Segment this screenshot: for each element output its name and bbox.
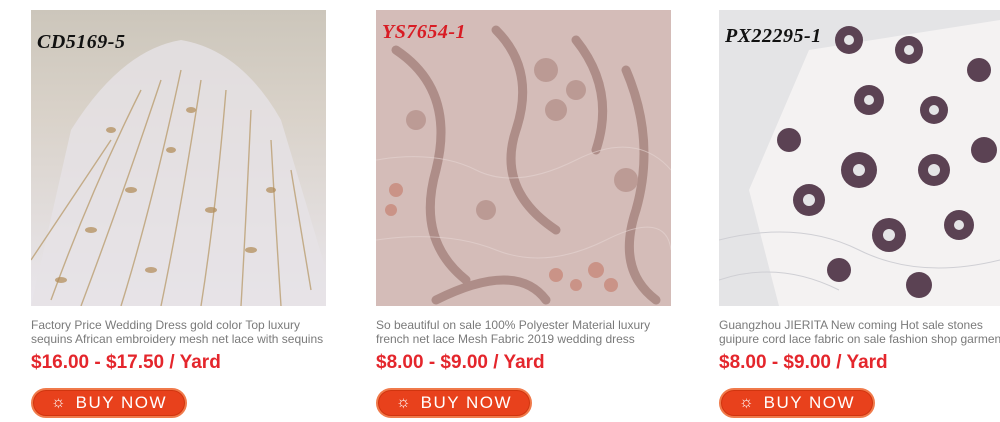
buy-now-button-3[interactable]: ☼ BUY NOW: [719, 388, 875, 418]
purple-guipure-lace-image: [719, 10, 1000, 306]
description-line[interactable]: So beautiful on sale 100% Polyester Mate…: [376, 318, 676, 332]
product-description-1[interactable]: Factory Price Wedding Dress gold color T…: [31, 318, 331, 346]
description-line[interactable]: sequins African embroidery mesh net lace…: [31, 332, 331, 346]
product-code-3: PX22295-1: [725, 25, 822, 47]
product-price-3: $8.00 - $9.00 / Yard: [719, 352, 888, 373]
buy-now-label: BUY NOW: [420, 393, 513, 412]
sun-icon: ☼: [395, 394, 411, 411]
product-price-2: $8.00 - $9.00 / Yard: [376, 352, 545, 373]
product-image-1[interactable]: CD5169-5: [31, 10, 326, 306]
sun-icon: ☼: [50, 394, 66, 411]
buy-now-button-2[interactable]: ☼ BUY NOW: [376, 388, 532, 418]
product-description-3[interactable]: Guangzhou JIERITA New coming Hot sale st…: [719, 318, 1000, 346]
product-card-3[interactable]: PX22295-1 Guangzhou JIERITA New coming H…: [719, 0, 1000, 422]
buy-now-label: BUY NOW: [75, 393, 168, 412]
description-line[interactable]: guipure cord lace fabric on sale fashion…: [719, 332, 1000, 346]
gold-lace-fabric-image: [31, 10, 326, 306]
product-image-2[interactable]: YS7654-1: [376, 10, 671, 306]
description-line[interactable]: french net lace Mesh Fabric 2019 wedding…: [376, 332, 676, 346]
product-image-3[interactable]: PX22295-1: [719, 10, 1000, 306]
product-description-2[interactable]: So beautiful on sale 100% Polyester Mate…: [376, 318, 676, 346]
product-card-1[interactable]: CD5169-5 Factory Price Wedding Dress gol…: [31, 0, 331, 422]
description-line[interactable]: Guangzhou JIERITA New coming Hot sale st…: [719, 318, 1000, 332]
product-card-2[interactable]: YS7654-1 So beautiful on sale 100% Polye…: [376, 0, 676, 422]
buy-now-label: BUY NOW: [763, 393, 856, 412]
sun-icon: ☼: [738, 394, 754, 411]
buy-now-button-1[interactable]: ☼ BUY NOW: [31, 388, 187, 418]
product-code-1: CD5169-5: [37, 31, 126, 53]
description-line[interactable]: Factory Price Wedding Dress gold color T…: [31, 318, 331, 332]
product-price-1: $16.00 - $17.50 / Yard: [31, 352, 221, 373]
product-code-2: YS7654-1: [382, 21, 466, 43]
pink-lace-fabric-image: [376, 10, 671, 306]
